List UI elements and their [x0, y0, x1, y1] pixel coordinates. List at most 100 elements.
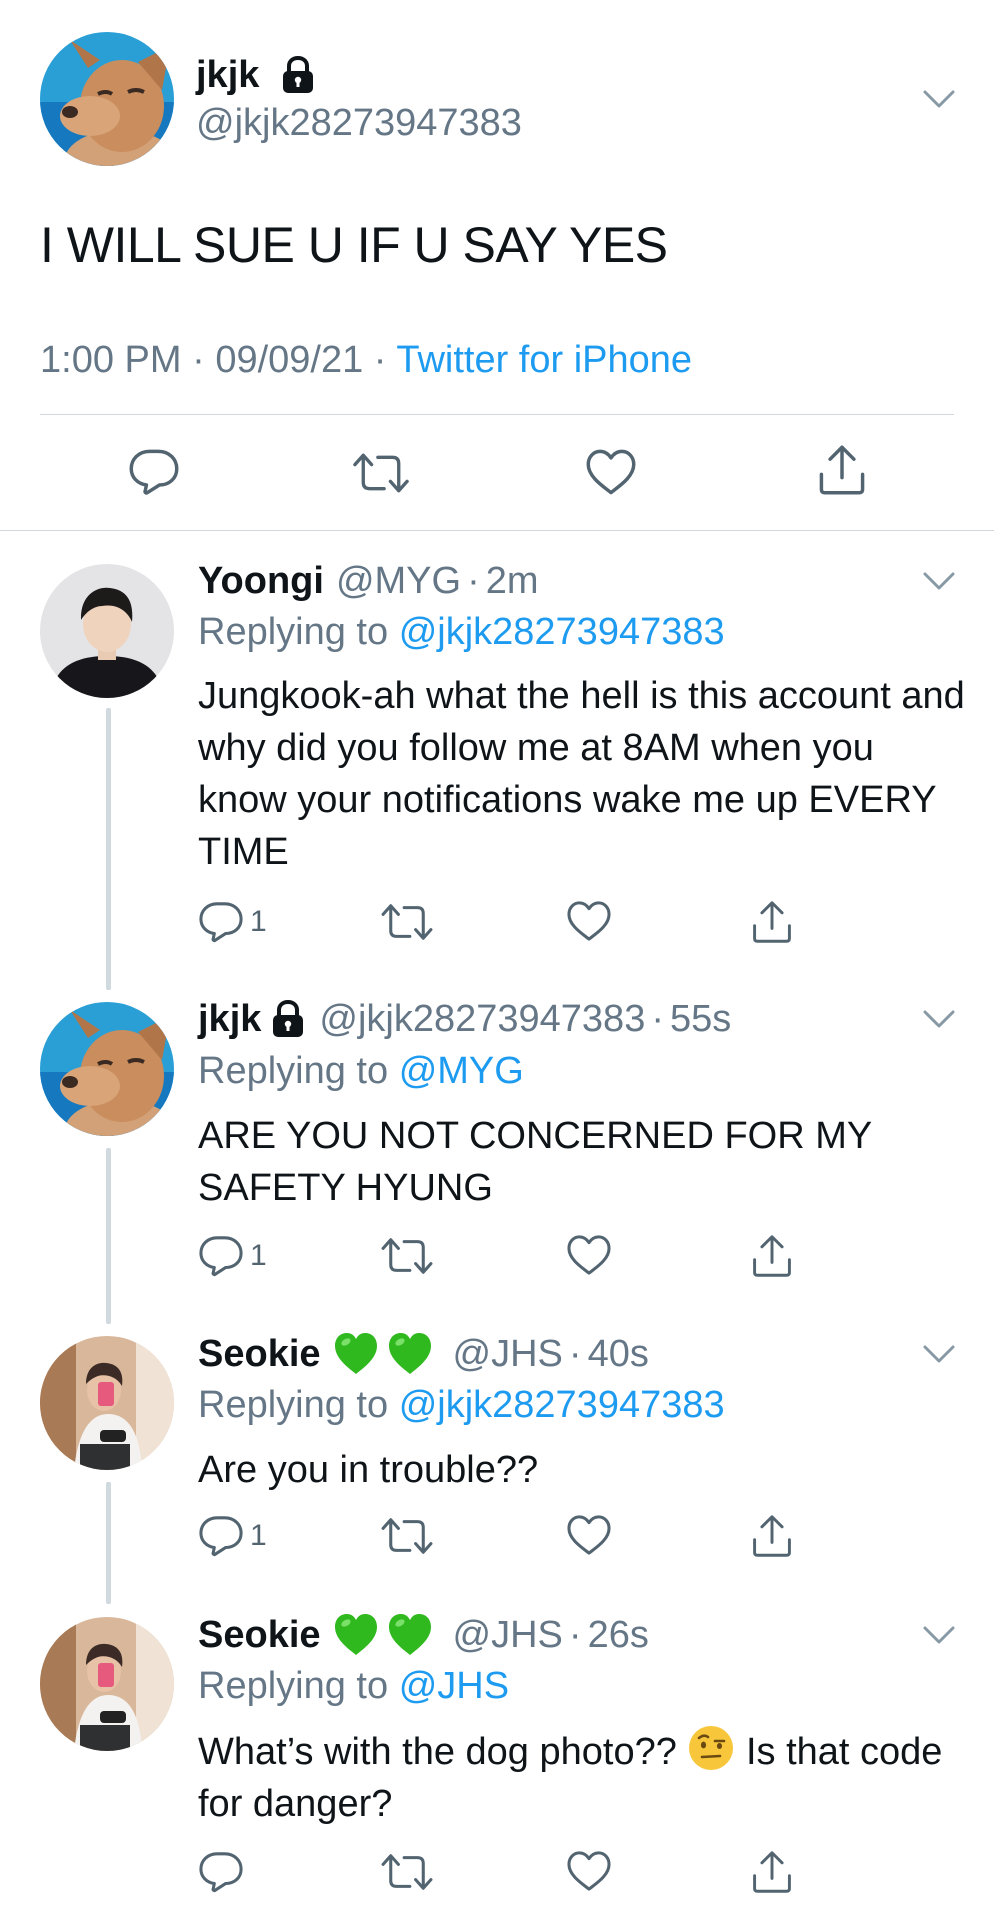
retweet-icon [380, 1850, 434, 1894]
reply-count: 1 [250, 1239, 267, 1272]
main-handle[interactable]: @jkjk28273947383 [196, 98, 522, 148]
main-share-button[interactable] [816, 444, 868, 496]
replying-to-line: Replying to @jkjk28273947383 [198, 607, 725, 657]
reply-header: Seokie @JHS · 26s [198, 1610, 649, 1660]
seokie-avatar-image [40, 1336, 174, 1470]
face-with-raised-eyebrow-emoji [687, 1724, 735, 1772]
main-tweet-text: I WILL SUE U IF U SAY YES [40, 217, 668, 273]
lock-icon [279, 55, 317, 95]
reply-display-name-text: Seokie [198, 1333, 321, 1375]
replying-to-line: Replying to @JHS [198, 1661, 509, 1711]
replying-to-label: Replying to [198, 1665, 389, 1707]
green-heart-emoji [387, 1612, 433, 1658]
retweet-icon [380, 1234, 434, 1278]
avatar-yoongi[interactable] [40, 564, 174, 698]
replying-to-link[interactable]: @MYG [399, 1050, 524, 1092]
avatar-seokie[interactable] [40, 1336, 174, 1470]
chevron-down-icon[interactable] [922, 88, 956, 110]
reply-icon [198, 1850, 244, 1894]
replying-to-link[interactable]: @JHS [399, 1665, 509, 1707]
share-button[interactable] [750, 1514, 794, 1558]
retweet-button[interactable] [380, 900, 434, 944]
reply-actions: 1 [198, 900, 798, 946]
chevron-down-icon[interactable] [922, 1624, 956, 1646]
main-tweet-meta: 1:00 PM · 09/09/21 · Twitter for iPhone [40, 336, 692, 384]
dog-avatar-image [40, 1002, 174, 1136]
reply-handle[interactable]: @JHS [453, 1329, 563, 1379]
chevron-down-icon[interactable] [922, 1343, 956, 1365]
retweet-button[interactable] [380, 1514, 434, 1558]
replying-to-label: Replying to [198, 611, 389, 653]
reply-icon [198, 1234, 244, 1278]
share-icon [816, 444, 868, 496]
divider [40, 414, 954, 415]
reply-actions [198, 1850, 798, 1896]
meta-separator: · [373, 339, 387, 381]
heart-icon [566, 1234, 612, 1276]
heart-icon [585, 448, 637, 496]
share-button[interactable] [750, 1234, 794, 1278]
reply-display-name[interactable]: Seokie [198, 1329, 441, 1379]
reply-display-name[interactable]: jkjk [198, 994, 307, 1044]
reply-handle[interactable]: @MYG [336, 556, 461, 606]
main-like-button[interactable] [585, 448, 637, 496]
reply-display-name[interactable]: Seokie [198, 1610, 441, 1660]
replying-to-label: Replying to [198, 1384, 389, 1426]
tweet-source-link[interactable]: Twitter for iPhone [396, 339, 692, 381]
reply-handle[interactable]: @jkjk28273947383 [319, 994, 645, 1044]
main-display-name[interactable]: jkjk [196, 50, 317, 100]
chevron-down-icon[interactable] [922, 1008, 956, 1030]
like-button[interactable] [566, 900, 612, 942]
replying-to-link[interactable]: @jkjk28273947383 [399, 1384, 725, 1426]
lock-icon [269, 999, 307, 1039]
avatar-seokie[interactable] [40, 1617, 174, 1751]
reply-button[interactable]: 1 [198, 1234, 267, 1278]
chevron-down-icon[interactable] [922, 570, 956, 592]
retweet-icon [380, 900, 434, 944]
like-button[interactable] [566, 1850, 612, 1892]
like-button[interactable] [566, 1234, 612, 1276]
reply-actions: 1 [198, 1234, 798, 1280]
reply-age: 2m [485, 560, 539, 602]
reply-text: Are you in trouble?? [198, 1449, 539, 1491]
reply-age: 40s [587, 1333, 649, 1375]
avatar-jkjk[interactable] [40, 1002, 174, 1136]
meta-separator: · [568, 1614, 582, 1656]
reply-button[interactable]: 1 [198, 1514, 267, 1558]
reply-icon [198, 900, 244, 944]
meta-separator: · [467, 560, 480, 602]
reply-handle[interactable]: @JHS [453, 1610, 563, 1660]
share-icon [750, 1514, 794, 1558]
reply-header: Seokie @JHS · 40s [198, 1329, 649, 1379]
retweet-button[interactable] [380, 1850, 434, 1894]
main-display-name-text: jkjk [196, 54, 260, 96]
green-heart-emoji [333, 1331, 379, 1377]
main-reply-button[interactable] [128, 447, 180, 497]
reply-text-part: What’s with the dog photo?? [198, 1731, 677, 1773]
reply-age: 55s [669, 998, 732, 1040]
reply-display-name-text: Seokie [198, 1614, 321, 1656]
tweet-date: 09/09/21 [215, 339, 364, 381]
reply-display-name[interactable]: Yoongi [198, 556, 324, 606]
meta-separator: · [568, 1333, 582, 1375]
reply-count: 1 [250, 1519, 267, 1552]
reply-header: jkjk @jkjk28273947383 · 55s [198, 994, 731, 1044]
thread-line [106, 1148, 111, 1324]
replying-to-link[interactable]: @jkjk28273947383 [399, 611, 725, 653]
replying-to-line: Replying to @MYG [198, 1046, 524, 1096]
meta-separator: · [651, 998, 664, 1040]
reply-text: Jungkook-ah what the hell is this accoun… [198, 675, 965, 873]
main-retweet-button[interactable] [350, 449, 412, 497]
like-button[interactable] [566, 1514, 612, 1556]
reply-button[interactable]: 1 [198, 900, 267, 944]
reply-button[interactable] [198, 1850, 250, 1894]
reply-count: 1 [250, 905, 267, 938]
avatar-jkjk[interactable] [40, 32, 174, 166]
thread-line [106, 1482, 111, 1604]
green-heart-emoji [387, 1331, 433, 1377]
share-button[interactable] [750, 1850, 794, 1894]
thread-line [106, 708, 111, 990]
reply-display-name-text: jkjk [198, 998, 262, 1040]
retweet-button[interactable] [380, 1234, 434, 1278]
share-button[interactable] [750, 900, 794, 944]
